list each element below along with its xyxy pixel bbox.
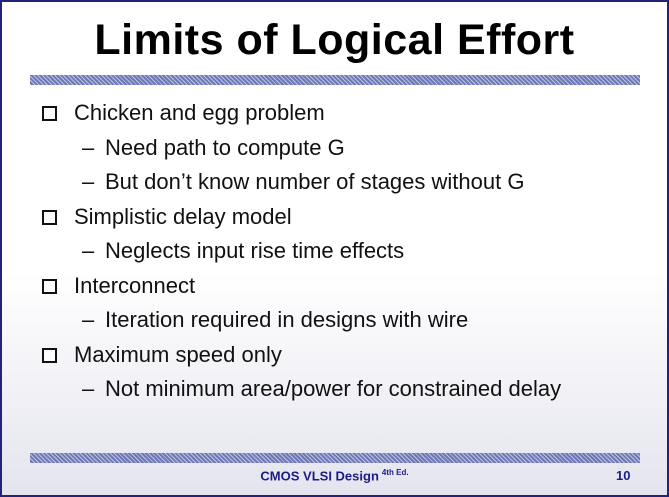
dash-marker: – (82, 134, 95, 160)
checkbox-icon (42, 106, 57, 121)
sub-bullet-item: – Need path to compute G (42, 133, 652, 168)
sub-bullet-item: – Neglects input rise time effects (42, 236, 652, 271)
bullet-item: Interconnect (42, 271, 652, 306)
dash-marker: – (82, 169, 95, 194)
footer-book-title: CMOS VLSI Design 4th Ed. (2, 468, 667, 483)
bullet-text: Interconnect (74, 272, 196, 298)
page-number: 10 (616, 468, 631, 483)
sub-bullet-item: – But don’t know number of stages withou… (42, 167, 652, 202)
title-divider (30, 75, 640, 85)
sub-bullet-text: Not minimum area/power for constrained d… (105, 376, 562, 401)
sub-bullet-text: Neglects input rise time effects (105, 238, 405, 263)
checkbox-icon (42, 209, 57, 225)
edition-label: 4th Ed. (381, 468, 409, 477)
sub-bullet-text: Need path to compute G (105, 134, 345, 160)
sub-bullet-text: But don’t know number of stages without … (105, 169, 525, 194)
book-name: CMOS VLSI Design (260, 468, 379, 484)
bullet-text: Maximum speed only (74, 341, 282, 367)
dash-marker: – (82, 307, 95, 332)
checkbox-icon (42, 278, 57, 294)
bullet-item: Maximum speed only (42, 340, 652, 375)
dash-marker: – (82, 376, 95, 401)
bullet-text: Chicken and egg problem (74, 100, 325, 125)
sub-bullet-item: – Not minimum area/power for constrained… (42, 374, 652, 409)
slide-title: Limits of Logical Effort (94, 16, 575, 64)
bullet-item: Chicken and egg problem (42, 98, 652, 133)
sub-bullet-item: – Iteration required in designs with wir… (42, 305, 652, 340)
checkbox-icon (42, 347, 57, 363)
bullet-list: Chicken and egg problem – Need path to c… (42, 98, 652, 409)
footer-divider (30, 453, 640, 463)
slide: Limits of Logical Effort Chicken and egg… (0, 0, 669, 497)
bullet-text: Simplistic delay model (74, 203, 292, 229)
dash-marker: – (82, 238, 95, 263)
sub-bullet-text: Iteration required in designs with wire (105, 307, 469, 332)
bullet-item: Simplistic delay model (42, 202, 652, 237)
